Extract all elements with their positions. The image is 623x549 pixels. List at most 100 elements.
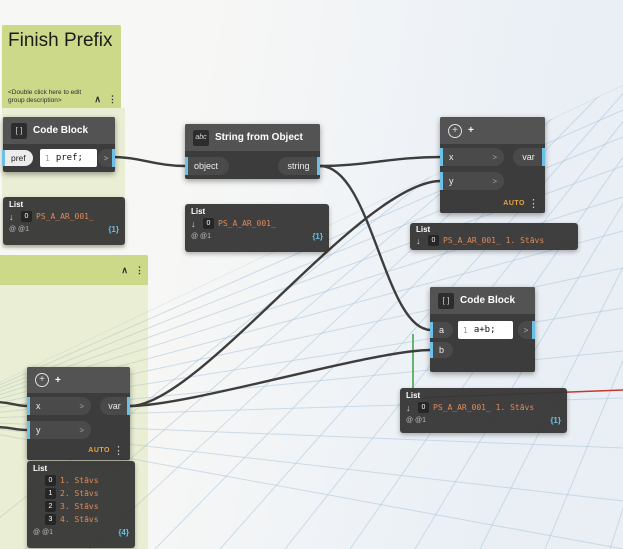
port-out[interactable]: > <box>98 149 115 167</box>
port-in-x[interactable]: x > <box>27 397 91 415</box>
port-label: string <box>287 161 310 171</box>
group-menu-icon[interactable]: ⋮ <box>135 265 144 276</box>
group-menu-icon[interactable]: ⋮ <box>108 94 117 105</box>
port-in-a[interactable]: a <box>430 322 453 338</box>
item-value: 4. Stāvs <box>60 515 99 524</box>
node-code-block-concat: [ ] Code Block a b 1 a+b; > <box>430 287 535 372</box>
node-title: + <box>55 374 61 386</box>
port-label: object <box>194 161 219 171</box>
port-in-y[interactable]: y > <box>27 421 91 439</box>
levels-icon[interactable]: @ @1 <box>9 226 29 233</box>
code-text: pref; <box>55 153 83 163</box>
item-value: PS_A_AR_001_ 1. Stāvs <box>443 236 545 245</box>
port-label: var <box>522 152 535 162</box>
port-in-y[interactable]: y > <box>440 172 504 190</box>
canvas-background[interactable]: Finish Prefix <Double click here to edit… <box>0 0 623 549</box>
preview-bubble-string[interactable]: List ↓ 0 PS_A_AR_001_ @ @1 {1} <box>185 204 329 252</box>
node-plus-top: + + x > var y > AUTO ⋮ <box>440 117 545 213</box>
expand-arrow-icon[interactable]: ↓ <box>191 219 199 229</box>
index-badge: 0 <box>418 402 429 413</box>
levels-icon[interactable]: @ @1 <box>406 417 426 424</box>
port-label: x <box>36 401 41 411</box>
preview-bubble-levels[interactable]: List 0 1. Stāvs 1 2. Stāvs 2 3. Stāvs 3 … <box>27 461 135 548</box>
port-label: y <box>449 176 454 186</box>
item-value: PS_A_AR_001_ <box>36 212 94 221</box>
port-in-b[interactable]: b <box>430 342 453 358</box>
preview-bubble-prefix[interactable]: List ↓ 0 PS_A_AR_001_ @ @1 {1} <box>3 197 125 245</box>
node-code-block-prefix: [ ] Code Block pref 1 pref; > <box>2 117 115 172</box>
lacing-indicator[interactable]: AUTO <box>88 447 110 454</box>
node-string-from-object: abc String from Object object string <box>185 124 320 179</box>
port-out-var[interactable]: var <box>100 397 130 415</box>
port-in-x[interactable]: x > <box>440 148 504 166</box>
list-item: ↓ 0 PS_A_AR_001_ 1. Stāvs <box>406 402 561 413</box>
group-finish-prefix-header[interactable]: Finish Prefix <Double click here to edit… <box>2 25 121 108</box>
list-item: ↓ 0 PS_A_AR_001_ 1. Stāvs <box>416 235 572 246</box>
port-chevron: > <box>103 153 109 163</box>
node-header[interactable]: + + <box>27 367 130 393</box>
node-plus-bottom: + + x > var y > AUTO ⋮ <box>27 367 130 460</box>
list-item: ↓ 0 PS_A_AR_001_ <box>9 211 119 222</box>
expand-arrow-icon[interactable]: ↓ <box>406 403 414 413</box>
group-bottom-header[interactable]: ∧ ⋮ <box>0 255 148 285</box>
node-title: Code Block <box>460 295 516 306</box>
group-collapse-icon[interactable]: ∧ <box>121 265 128 276</box>
node-header[interactable]: + + <box>440 117 545 144</box>
list-item: ↓ 0 PS_A_AR_001_ <box>191 218 323 229</box>
group-title: Finish Prefix <box>8 30 113 51</box>
node-header[interactable]: [ ] Code Block <box>430 287 535 314</box>
node-title: String from Object <box>215 132 303 143</box>
code-text: a+b; <box>473 325 496 335</box>
abc-icon: abc <box>193 129 209 146</box>
port-label: x <box>449 152 454 162</box>
port-label: y <box>36 425 41 435</box>
code-block-icon: [ ] <box>438 292 454 309</box>
port-label: pref <box>11 153 26 163</box>
port-label: b <box>439 345 445 355</box>
group-collapse-icon[interactable]: ∧ <box>94 94 101 105</box>
index-badge: 0 <box>21 211 32 222</box>
index-badge: 0 <box>203 218 214 229</box>
code-editor[interactable]: 1 a+b; <box>458 321 513 339</box>
node-header[interactable]: abc String from Object <box>185 124 320 151</box>
port-out-var[interactable]: var <box>513 148 545 166</box>
plus-icon: + <box>35 373 49 387</box>
line-number: 1 <box>45 153 50 163</box>
node-menu-icon[interactable]: ⋮ <box>113 444 124 457</box>
preview-type: List <box>191 207 206 216</box>
depth-badge: {1} <box>312 232 323 241</box>
item-value: PS_A_AR_001_ 1. Stāvs <box>433 403 535 412</box>
default-chevron: > <box>79 425 84 435</box>
depth-badge: {1} <box>550 416 561 425</box>
wire-string-to-plus-x[interactable] <box>318 155 443 168</box>
preview-type: List <box>416 225 431 234</box>
item-value: 2. Stāvs <box>60 489 99 498</box>
port-out[interactable]: > <box>518 321 535 339</box>
port-label: a <box>439 325 445 335</box>
lacing-indicator[interactable]: AUTO <box>503 200 525 207</box>
port-chevron: > <box>523 325 529 335</box>
code-editor[interactable]: 1 pref; <box>40 149 97 167</box>
default-chevron: > <box>492 152 497 162</box>
node-header[interactable]: [ ] Code Block <box>3 117 115 144</box>
preview-bubble-concat[interactable]: List ↓ 0 PS_A_AR_001_ 1. Stāvs @ @1 {1} <box>400 388 567 433</box>
index-badge: 2 <box>45 501 56 512</box>
port-in-pref[interactable]: pref <box>2 150 33 166</box>
expand-arrow-icon[interactable]: ↓ <box>9 212 17 222</box>
expand-arrow-icon[interactable]: ↓ <box>416 236 424 246</box>
port-out-string[interactable]: string <box>278 157 320 175</box>
wire-plusbottom-to-codeblock-b[interactable] <box>128 348 433 408</box>
node-menu-icon[interactable]: ⋮ <box>528 197 539 210</box>
preview-bubble-plus-top[interactable]: List ↓ 0 PS_A_AR_001_ 1. Stāvs <box>410 223 578 250</box>
depth-badge: {1} <box>108 225 119 234</box>
preview-type: List <box>33 464 48 473</box>
default-chevron: > <box>492 176 497 186</box>
port-label: var <box>108 401 121 411</box>
plus-icon: + <box>448 123 462 138</box>
port-in-object[interactable]: object <box>185 157 229 175</box>
group-description[interactable]: <Double click here to edit group descrip… <box>8 89 95 105</box>
preview-type: List <box>406 391 421 400</box>
levels-icon[interactable]: @ @1 <box>33 529 53 536</box>
levels-icon[interactable]: @ @1 <box>191 233 211 240</box>
preview-type: List <box>9 200 24 209</box>
